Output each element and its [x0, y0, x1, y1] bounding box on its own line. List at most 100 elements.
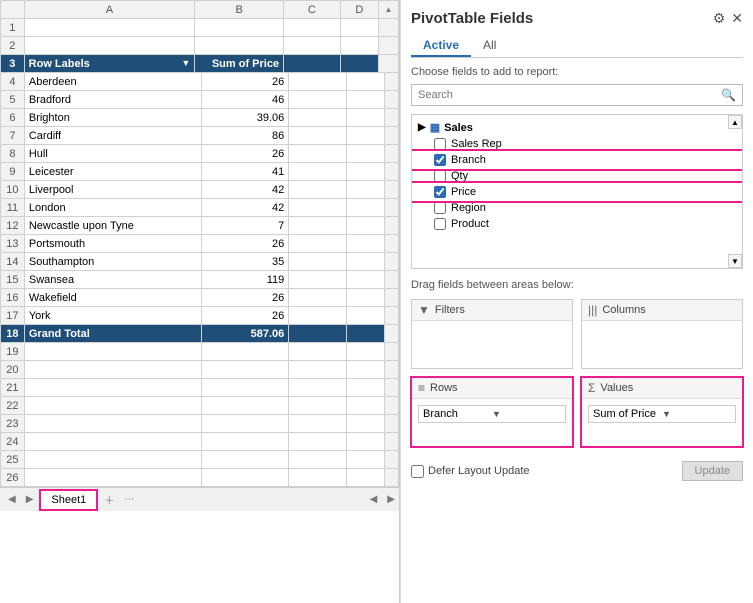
city-cell[interactable]: Leicester	[24, 163, 201, 181]
sheet1-tab[interactable]: Sheet1	[39, 489, 98, 511]
city-cell[interactable]: Aberdeen	[24, 73, 201, 91]
field-branch[interactable]: Branch	[412, 152, 742, 168]
row-2: 2	[1, 37, 399, 55]
field-region[interactable]: Region	[412, 200, 742, 216]
rows-dd-arrow[interactable]: ▼	[492, 409, 561, 419]
value-cell: 35	[201, 253, 289, 271]
sum-of-price-header[interactable]: Sum of Price	[195, 55, 284, 73]
add-sheet-icon[interactable]: ＋	[100, 492, 118, 507]
table-row: 10Liverpool42	[1, 181, 399, 199]
city-cell[interactable]: London	[24, 199, 201, 217]
sales-section-header[interactable]: ▶ ▦ Sales	[412, 119, 742, 136]
search-input[interactable]	[418, 89, 721, 101]
tab-active[interactable]: Active	[411, 35, 471, 57]
filter-dropdown-icon[interactable]: ▼	[181, 58, 190, 68]
city-cell[interactable]: Newcastle upon Tyne	[24, 217, 201, 235]
city-cell[interactable]: Swansea	[24, 271, 201, 289]
table-row: 15Swansea119	[1, 271, 399, 289]
expand-icon: ▶	[418, 122, 426, 133]
nav-arrows: ◀ ▶	[366, 494, 399, 505]
filters-content[interactable]	[412, 321, 572, 368]
drag-label: Drag fields between areas below:	[411, 279, 743, 291]
value-cell: 42	[201, 199, 289, 217]
field-list-scroll-up[interactable]: ▲	[728, 115, 742, 129]
empty-row: 19	[1, 343, 399, 361]
settings-icon-btn[interactable]: ⚙	[713, 10, 726, 27]
city-cell[interactable]: York	[24, 307, 201, 325]
checkbox-sales-rep[interactable]	[434, 138, 446, 150]
col-b-header: B	[195, 1, 284, 19]
field-list-scroll-down[interactable]: ▼	[728, 254, 742, 268]
defer-row: Defer Layout Update Update	[411, 461, 743, 481]
row-num-header	[1, 1, 25, 19]
columns-header: ||| Columns	[582, 300, 742, 321]
value-cell: 119	[201, 271, 289, 289]
city-cell[interactable]: Liverpool	[24, 181, 201, 199]
field-sales-rep[interactable]: Sales Rep	[412, 136, 742, 152]
field-product[interactable]: Product	[412, 216, 742, 232]
pivot-panel: PivotTable Fields ⚙ ✕ Active All Choose …	[400, 0, 753, 603]
table-row: 7Cardiff86	[1, 127, 399, 145]
value-cell: 42	[201, 181, 289, 199]
nav-left-icon[interactable]: ◀	[366, 494, 382, 505]
panel-title: PivotTable Fields	[411, 10, 533, 27]
field-qty[interactable]: Qty	[412, 168, 742, 184]
table-row: 17York26	[1, 307, 399, 325]
tab-next-icon[interactable]: ▶	[22, 494, 38, 505]
grand-total-label: Grand Total	[24, 325, 201, 343]
rows-content: Branch ▼	[412, 399, 572, 446]
search-icon: 🔍	[721, 88, 736, 102]
value-cell: 41	[201, 163, 289, 181]
values-dd-arrow[interactable]: ▼	[662, 409, 731, 419]
city-cell[interactable]: Portsmouth	[24, 235, 201, 253]
filters-header: ▼ Filters	[412, 300, 572, 321]
defer-checkbox[interactable]	[411, 465, 424, 478]
field-price[interactable]: Price	[412, 184, 742, 200]
table-row: 9Leicester41	[1, 163, 399, 181]
city-cell[interactable]: Wakefield	[24, 289, 201, 307]
rows-area: ≡ Rows Branch ▼	[411, 377, 573, 447]
city-cell[interactable]: Bradford	[24, 91, 201, 109]
row-labels-header[interactable]: Row Labels ▼	[24, 55, 195, 73]
update-button[interactable]: Update	[682, 461, 743, 481]
value-cell: 26	[201, 235, 289, 253]
checkbox-region[interactable]	[434, 202, 446, 214]
checkbox-price[interactable]	[434, 186, 446, 198]
columns-content[interactable]	[582, 321, 742, 368]
nav-right-icon[interactable]: ▶	[383, 494, 399, 505]
areas-grid: ▼ Filters ||| Columns ≡ Rows	[411, 299, 743, 447]
tab-all[interactable]: All	[471, 35, 508, 57]
empty-row: 21	[1, 379, 399, 397]
col-a-header: A	[24, 1, 195, 19]
sheet-menu-icon[interactable]: ⋯	[120, 494, 138, 505]
rows-branch-dropdown[interactable]: Branch ▼	[418, 405, 566, 423]
city-cell[interactable]: Cardiff	[24, 127, 201, 145]
city-cell[interactable]: Hull	[24, 145, 201, 163]
city-cell[interactable]: Southampton	[24, 253, 201, 271]
value-cell: 587.06	[201, 325, 289, 343]
value-cell: 39.06	[201, 109, 289, 127]
city-cell[interactable]: Brighton	[24, 109, 201, 127]
search-box: 🔍	[411, 84, 743, 106]
section-label: Sales	[444, 122, 473, 134]
empty-row: 26	[1, 469, 399, 487]
checkbox-product[interactable]	[434, 218, 446, 230]
empty-row: 20	[1, 361, 399, 379]
defer-label[interactable]: Defer Layout Update	[411, 465, 530, 478]
tab-prev-icon[interactable]: ◀	[4, 494, 20, 505]
checkbox-qty[interactable]	[434, 170, 446, 182]
field-list: ▶ ▦ Sales Sales Rep Branch Qty Price	[411, 114, 743, 269]
close-icon-btn[interactable]: ✕	[731, 10, 743, 27]
values-sum-dropdown[interactable]: Sum of Price ▼	[588, 405, 736, 423]
rows-icon: ≡	[418, 381, 425, 395]
choose-label: Choose fields to add to report:	[411, 66, 743, 78]
pivot-data-table: 4Aberdeen265Bradford466Brighton39.067Car…	[0, 72, 399, 487]
checkbox-branch[interactable]	[434, 154, 446, 166]
empty-row: 25	[1, 451, 399, 469]
value-cell: 26	[201, 289, 289, 307]
value-cell: 86	[201, 127, 289, 145]
values-icon: Σ	[588, 381, 595, 395]
value-cell: 7	[201, 217, 289, 235]
pivot-header-row: 3 Row Labels ▼ Sum of Price	[1, 55, 399, 73]
table-row: 18Grand Total587.06	[1, 325, 399, 343]
